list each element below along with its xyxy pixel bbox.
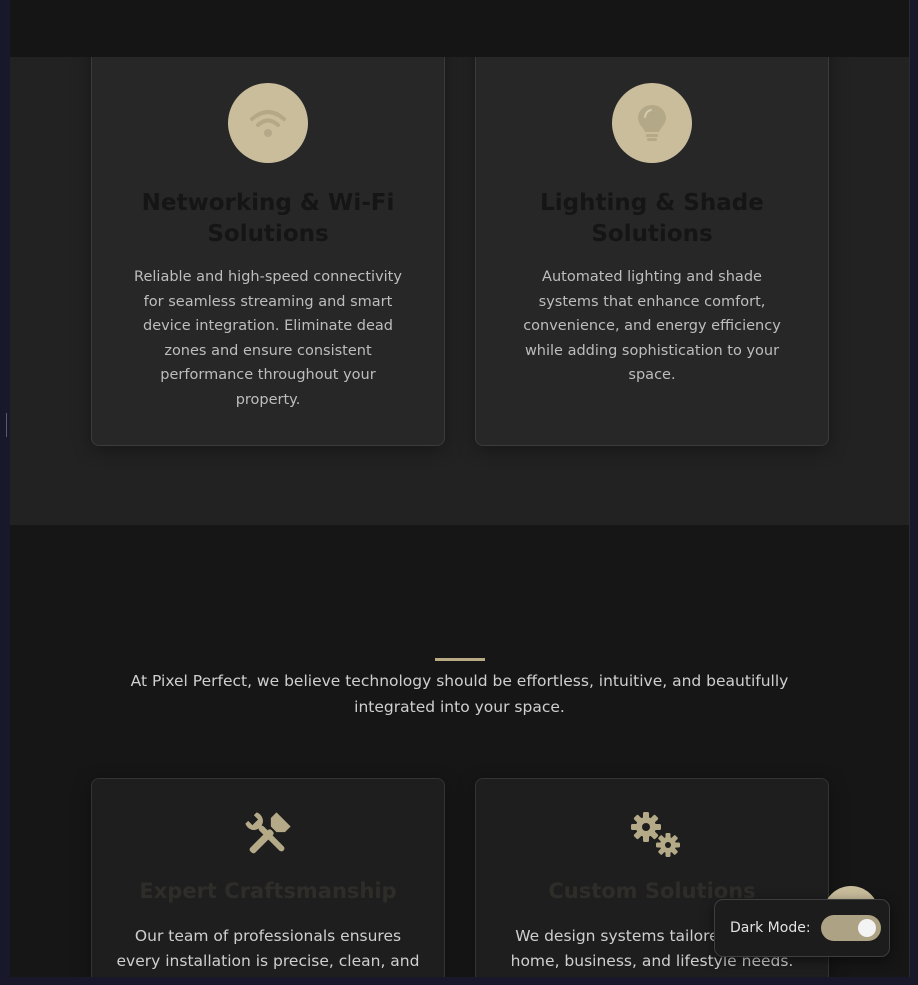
dark-mode-switch[interactable]: [820, 915, 881, 941]
window-left-edge: [0, 0, 10, 985]
gears-icon: [624, 807, 680, 863]
service-description: Automated lighting and shade systems tha…: [523, 269, 781, 383]
mission-statement: At Pixel Perfect, we believe technology …: [130, 672, 789, 716]
switch-knob: [857, 919, 876, 937]
service-card-lighting: Lighting & Shade Solutions Automated lig…: [475, 20, 829, 446]
tools-icon: [240, 807, 296, 863]
service-title: Lighting & Shade Solutions: [540, 190, 764, 247]
site-header: [10, 0, 909, 57]
feature-card-craftsmanship: Expert Craftsmanship Our team of profess…: [91, 778, 445, 977]
services-section: Networking & Wi-Fi Solutions Reliable an…: [10, 0, 909, 525]
window-bottom-edge: [0, 977, 918, 985]
service-title: Networking & Wi-Fi Solutions: [141, 190, 395, 247]
resize-handle[interactable]: [6, 413, 7, 437]
feature-title: Expert Craftsmanship: [139, 879, 397, 903]
wifi-icon: [228, 83, 308, 163]
service-card-networking: Networking & Wi-Fi Solutions Reliable an…: [91, 20, 445, 446]
dark-mode-label: Dark Mode:: [730, 920, 811, 936]
lightbulb-icon: [612, 83, 692, 163]
section-divider: [435, 658, 485, 661]
page-viewport: Networking & Wi-Fi Solutions Reliable an…: [10, 0, 910, 978]
service-description: Reliable and high-speed connectivity for…: [134, 269, 402, 408]
feature-description: Our team of professionals ensures every …: [116, 927, 420, 970]
dark-mode-toggle: Dark Mode:: [714, 899, 890, 957]
